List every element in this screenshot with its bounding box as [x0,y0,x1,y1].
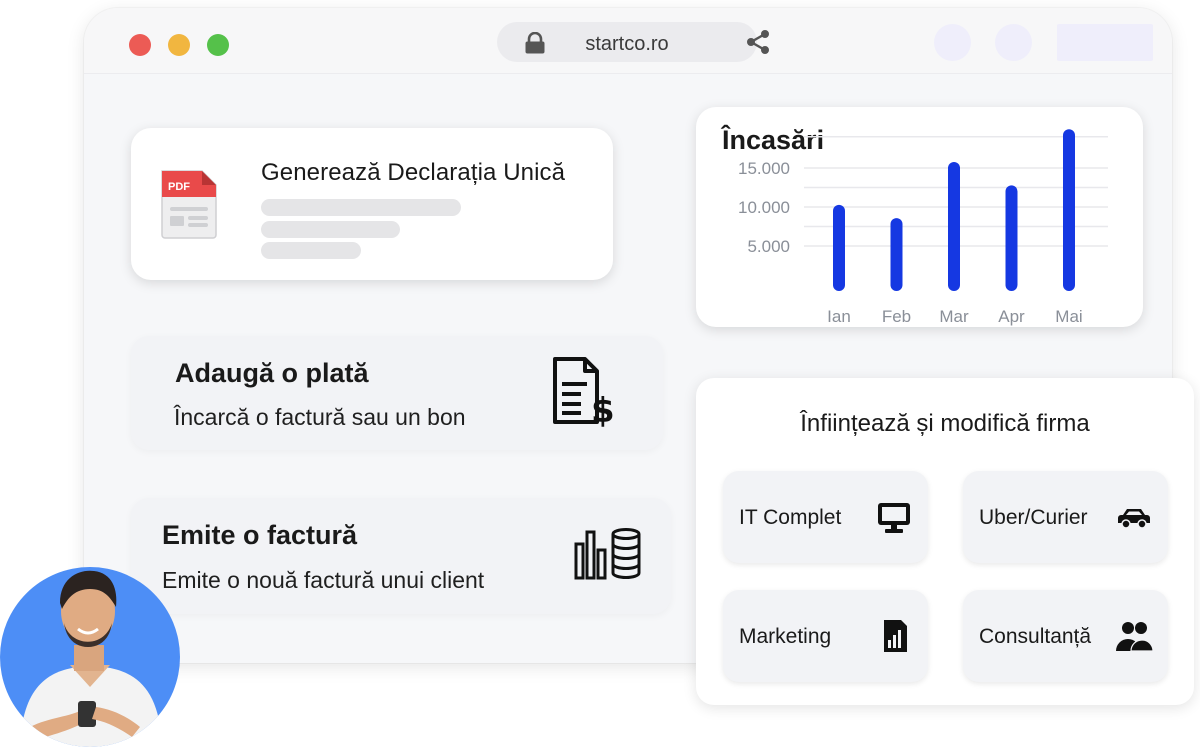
skeleton-line [261,221,400,238]
y-tick-label: 15.000 [738,159,790,178]
revenue-chart-card: Încasări 15.000 10.000 5.000 Ian Feb Mar Apr Ma… [696,107,1143,327]
toolbar-placeholder-circle [934,24,971,61]
skeleton-line [261,199,461,216]
company-section-title: Înființează și modifică firma [800,410,1090,437]
pdf-file-icon: PDF [161,170,217,239]
toolbar-placeholder-rect [1057,24,1153,61]
x-tick-label: Mai [1055,307,1082,326]
y-tick-label: 5.000 [747,237,790,256]
company-setup-panel: Înființează și modifică firma IT Complet… [696,378,1194,705]
tile-consultanta[interactable]: Consultanță [963,590,1168,682]
car-icon [1118,509,1150,529]
pdf-badge-text: PDF [168,181,190,193]
url-text: startco.ro [585,33,669,55]
toolbar-placeholder-circle [995,24,1032,61]
invoice-dollar-icon: $ [553,357,615,428]
tile-label: Marketing [739,625,832,648]
monitor-icon [878,503,910,533]
x-tick-label: Feb [882,307,911,326]
issue-invoice-subtitle: Emite o nouă factură unui client [162,567,485,593]
revenue-bar-chart: 15.000 10.000 5.000 Ian Feb Mar Apr Mai [738,129,1108,326]
tile-uber-curier[interactable]: Uber/Curier [963,471,1168,563]
x-tick-label: Mar [939,307,969,326]
issue-invoice-title: Emite o factură [162,520,358,550]
skeleton-line [261,242,361,259]
tile-label: Uber/Curier [979,506,1088,529]
declaration-title: Generează Declarația Unică [261,159,566,186]
add-payment-subtitle: Încarcă o factură sau un bon [174,404,466,430]
close-window-button[interactable] [129,34,151,56]
sim-chart-icon [884,620,907,652]
person-illustration [20,570,162,747]
tile-label: Consultanță [979,625,1092,648]
svg-text:$: $ [591,391,615,428]
y-tick-label: 10.000 [738,198,790,217]
maximize-window-button[interactable] [207,34,229,56]
browser-toolbar: startco.ro [84,8,1172,74]
minimize-window-button[interactable] [168,34,190,56]
issue-invoice-card[interactable]: Emite o factură Emite o nouă factură unu… [131,498,671,614]
declaration-card[interactable]: PDF Generează Declarația Unică [131,128,613,280]
add-payment-card[interactable]: Adaugă o plată Încarcă o factură sau un … [131,336,663,450]
tile-label: IT Complet [739,506,842,529]
x-tick-label: Apr [998,307,1025,326]
add-payment-title: Adaugă o plată [175,358,369,388]
tile-marketing[interactable]: Marketing [723,590,928,682]
tile-it-complet[interactable]: IT Complet [723,471,928,563]
people-icon [1116,622,1154,652]
address-bar[interactable]: startco.ro [497,22,757,62]
bar-chart-coins-icon [574,528,641,580]
user-photo-avatar [0,567,180,747]
x-tick-label: Ian [827,307,851,326]
share-icon[interactable] [744,28,772,56]
